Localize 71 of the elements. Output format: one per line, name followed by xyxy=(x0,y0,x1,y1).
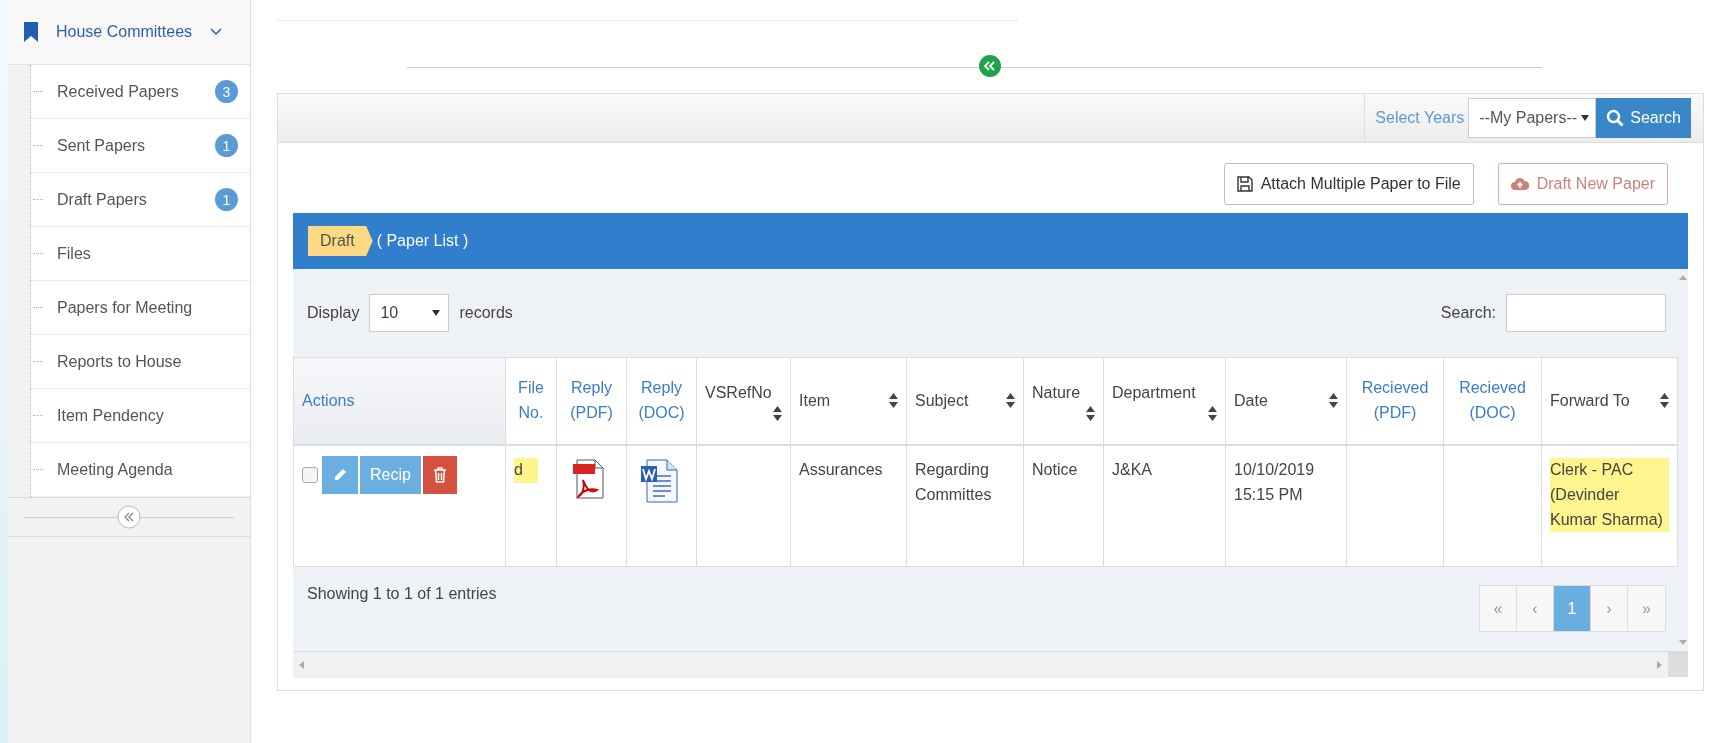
search-field[interactable] xyxy=(1506,294,1666,332)
column-header[interactable]: Date xyxy=(1225,357,1347,445)
sidebar-header[interactable]: House Committees xyxy=(8,0,250,65)
chevron-down-icon xyxy=(210,28,223,36)
cloud-upload-icon xyxy=(1510,177,1529,191)
sort-icon[interactable] xyxy=(889,393,898,409)
sort-icon[interactable] xyxy=(1660,393,1669,409)
records-label: records xyxy=(459,304,513,322)
list-title: ( Paper List ) xyxy=(376,232,469,250)
sort-icon[interactable] xyxy=(1006,393,1015,409)
pencil-icon xyxy=(332,467,348,483)
dropdown-arrow-icon xyxy=(1581,115,1590,121)
column-header[interactable]: Actions xyxy=(293,357,506,445)
sort-icon[interactable] xyxy=(773,405,782,421)
count-badge: 3 xyxy=(215,80,238,103)
word-document-icon[interactable] xyxy=(639,458,679,504)
column-header[interactable]: Reply (DOC) xyxy=(626,357,697,445)
row-checkbox[interactable] xyxy=(302,467,318,483)
sidebar-item[interactable]: Item Pendency xyxy=(31,389,250,443)
table-cell: d xyxy=(505,445,557,567)
trash-icon xyxy=(432,467,447,483)
search-button[interactable]: Search xyxy=(1596,98,1691,138)
table-cell: 10/10/2019 15:15 PM xyxy=(1225,445,1347,567)
horizontal-scrollbar[interactable] xyxy=(293,651,1668,678)
collapse-icon[interactable] xyxy=(978,55,1001,77)
count-badge: 1 xyxy=(215,134,238,157)
collapse-sidebar-icon[interactable] xyxy=(117,505,141,529)
sidebar-item[interactable]: Received Papers 3 xyxy=(31,65,250,119)
column-header[interactable]: VSRefNo xyxy=(696,357,791,445)
sort-icon[interactable] xyxy=(1086,405,1095,421)
column-header[interactable]: Department xyxy=(1103,357,1226,445)
search-icon xyxy=(1606,109,1625,127)
search-label: Search: xyxy=(1440,304,1496,322)
years-dropdown[interactable]: --My Papers-- xyxy=(1468,98,1597,138)
sort-icon[interactable] xyxy=(1208,405,1217,421)
draft-tag: Draft xyxy=(308,226,373,256)
sidebar-item[interactable]: Meeting Agenda xyxy=(31,443,250,497)
scrollbar-corner xyxy=(1668,651,1688,677)
sort-icon[interactable] xyxy=(1329,393,1338,409)
dropdown-arrow-icon xyxy=(432,310,441,316)
save-icon xyxy=(1236,176,1253,192)
column-header[interactable]: Item xyxy=(790,357,907,445)
attach-button[interactable]: Attach Multiple Paper to File xyxy=(1223,163,1474,205)
delete-button[interactable] xyxy=(422,456,457,494)
pdf-file-icon[interactable] xyxy=(571,458,605,500)
entries-info: Showing 1 to 1 of 1 entries xyxy=(307,585,497,604)
sidebar-item[interactable]: Papers for Meeting xyxy=(31,281,250,335)
column-header[interactable]: Recieved (DOC) xyxy=(1443,357,1542,445)
sidebar-item[interactable]: Draft Papers 1 xyxy=(31,173,250,227)
table-cell: J&KA xyxy=(1103,445,1226,567)
edit-button[interactable] xyxy=(322,456,358,494)
sidebar-item[interactable]: Reports to House xyxy=(31,335,250,389)
column-header[interactable]: Recieved (PDF) xyxy=(1346,357,1444,445)
scroll-right-icon[interactable] xyxy=(1657,661,1662,669)
count-badge: 1 xyxy=(215,188,238,211)
sidebar-item[interactable]: Files xyxy=(31,227,250,281)
scroll-down-icon[interactable] xyxy=(1679,640,1687,645)
column-header[interactable]: Reply (PDF) xyxy=(556,357,627,445)
records-dropdown[interactable]: 10 xyxy=(369,294,450,332)
scroll-left-icon[interactable] xyxy=(299,661,304,669)
column-header[interactable]: Subject xyxy=(906,357,1024,445)
column-header[interactable]: Nature xyxy=(1023,357,1104,445)
table-cell: Notice xyxy=(1023,445,1104,567)
table-cell: Regarding Committes xyxy=(906,445,1024,567)
sidebar-item[interactable]: Sent Papers 1 xyxy=(31,119,250,173)
column-header[interactable]: File No. xyxy=(505,357,557,445)
display-label: Display xyxy=(307,304,360,322)
scroll-up-icon[interactable] xyxy=(1679,275,1687,280)
table-cell: Clerk - PAC (Devinder Kumar Sharma) xyxy=(1541,445,1678,567)
table-cell: Assurances xyxy=(790,445,907,567)
bookmark-icon xyxy=(24,22,38,42)
